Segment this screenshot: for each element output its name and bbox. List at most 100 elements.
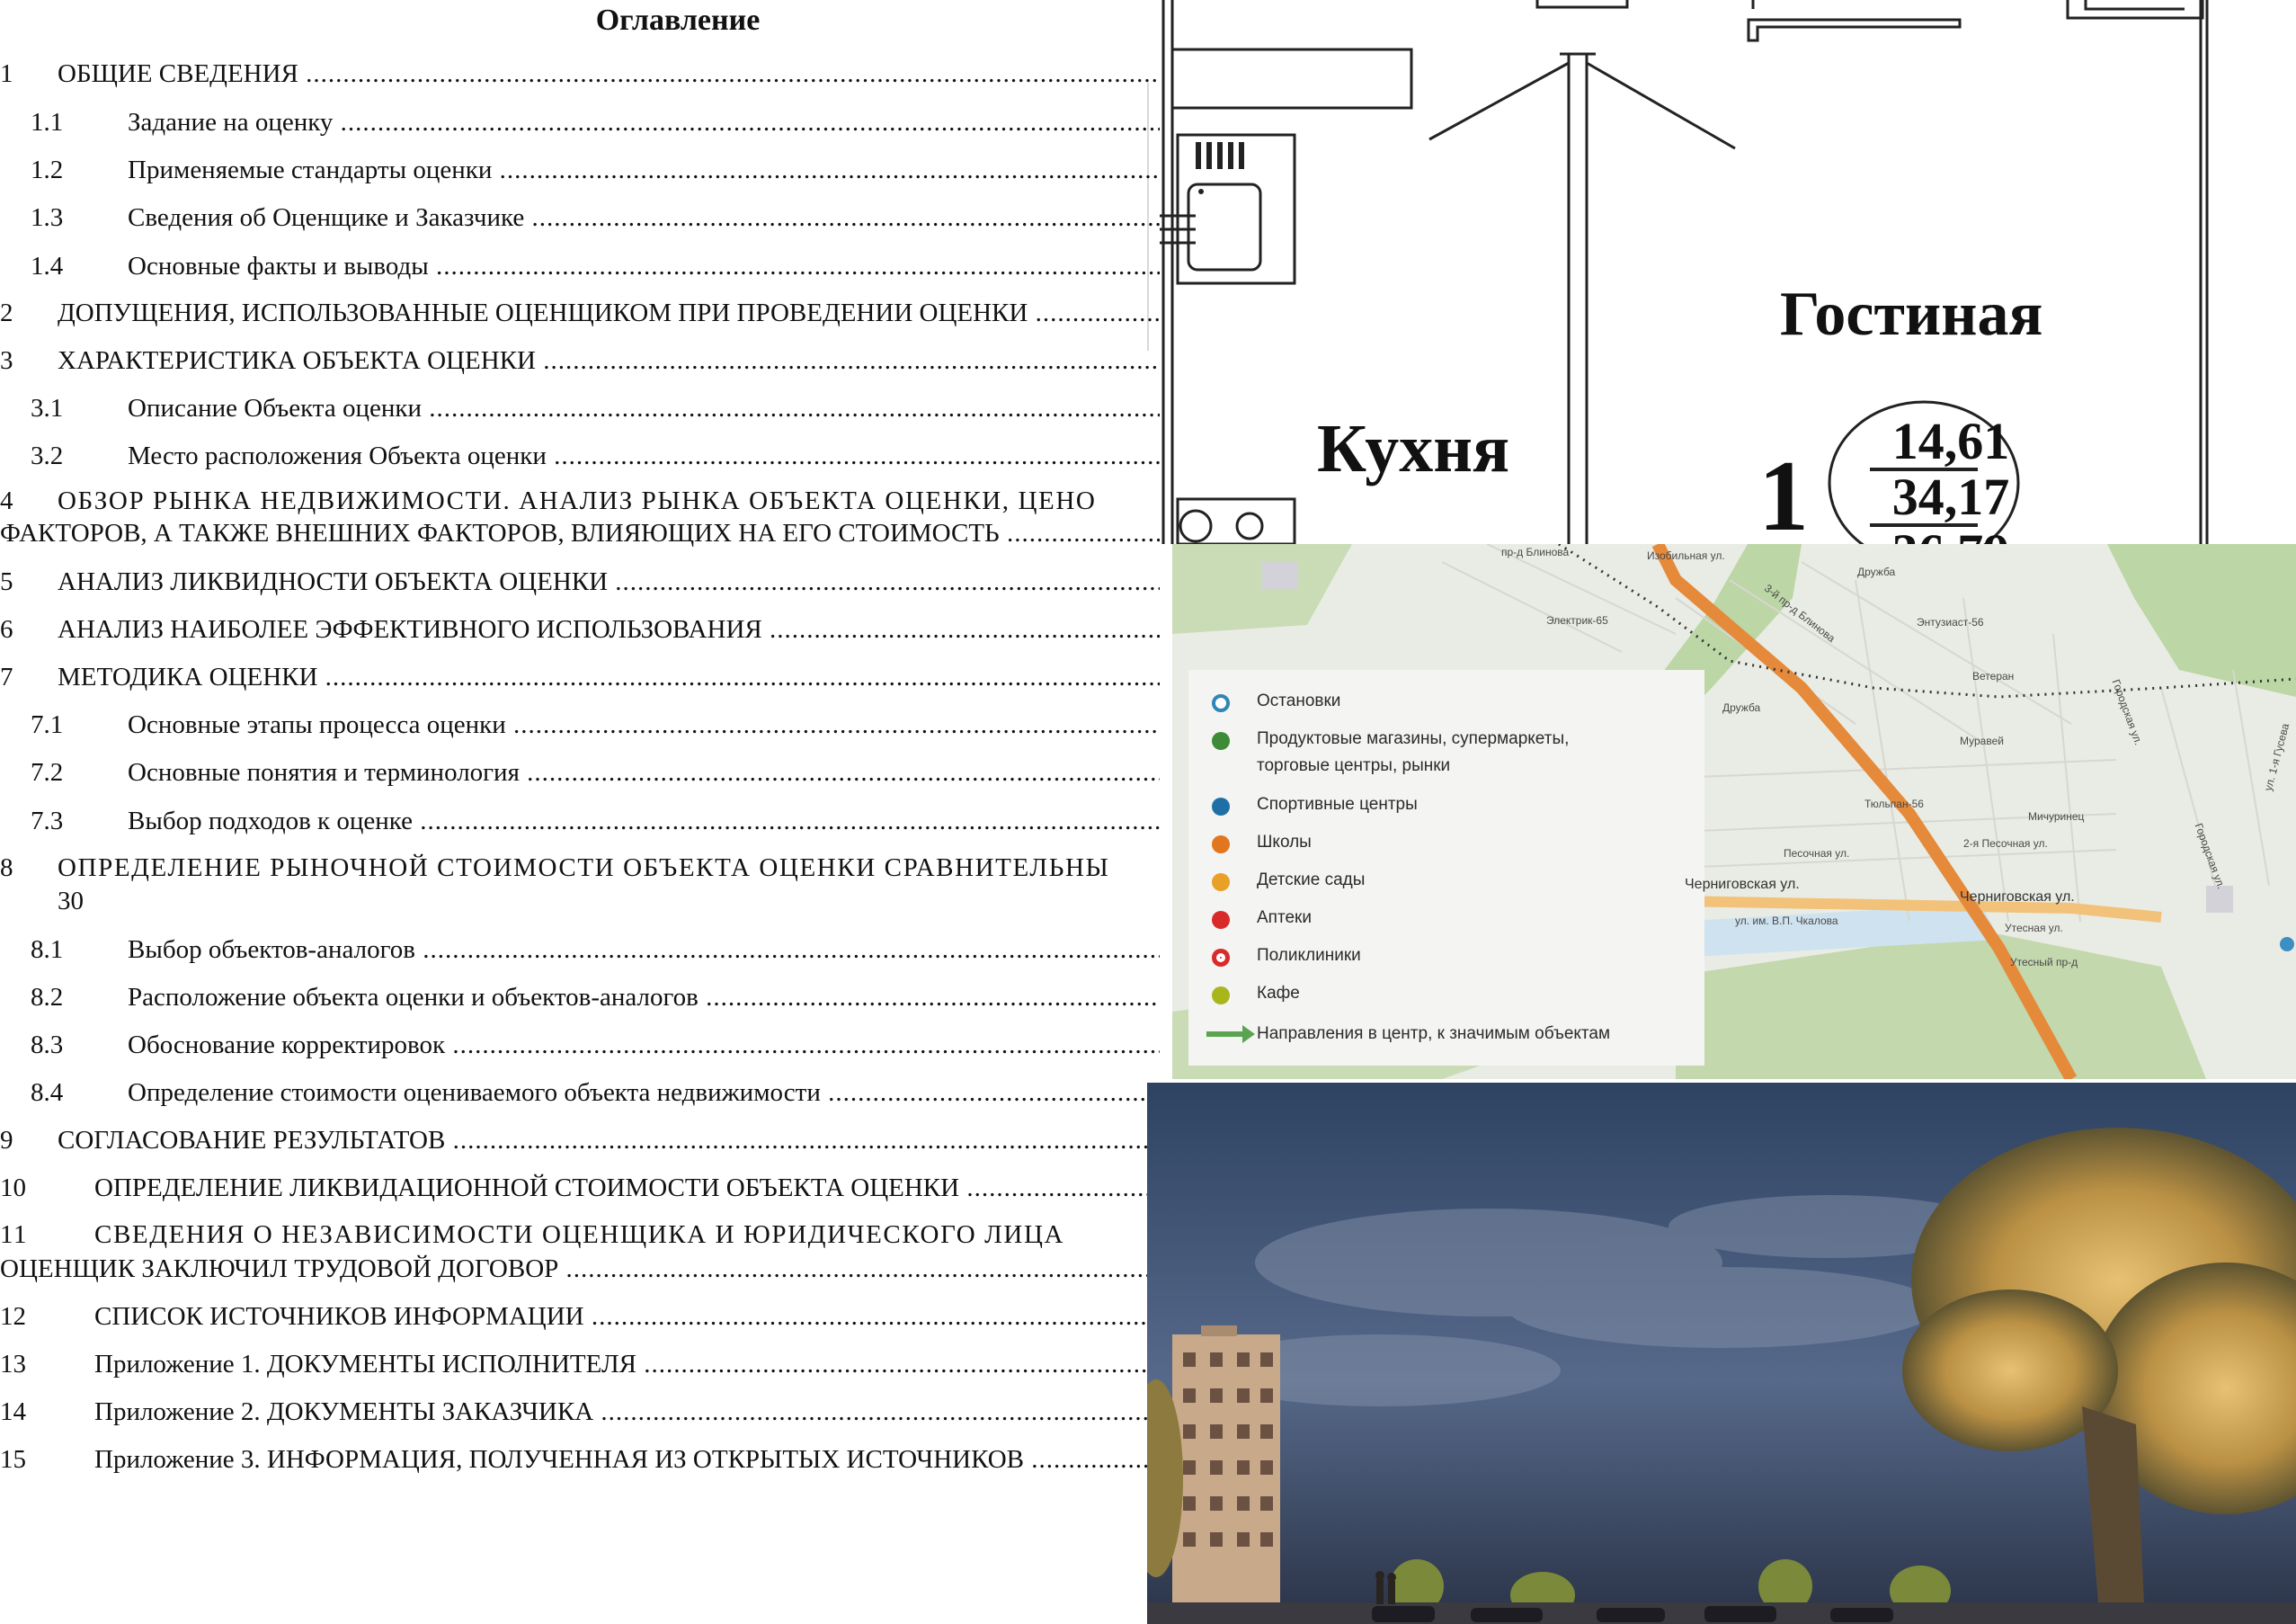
toc-entry-number: 5 [0,567,13,596]
clinic-icon [1212,949,1230,967]
toc-entry-text: Основные понятия и терминология [128,754,1160,790]
area-living: 14,61 [1891,412,2010,470]
toc-entry[interactable]: 1 ОБЩИЕ СВЕДЕНИЯ [0,56,1160,92]
toc-entry-text: СОГЛАСОВАНИЕ РЕЗУЛЬТАТОВ [58,1122,1160,1158]
direction-arrow-icon [1206,1025,1255,1043]
toc-entry-number: 3.1 [31,394,64,423]
toc-entry-text: ФАКТОРОВ, А ТАКЖЕ ВНЕШНИХ ФАКТОРОВ, ВЛИЯ… [0,515,1160,551]
toc-entry-text: ХАРАКТЕРИСТИКА ОБЪЕКТА ОЦЕНКИ [58,343,1160,379]
toc-entry[interactable]: 12 СПИСОК ИСТОЧНИКОВ ИНФОРМАЦИИ [0,1298,1160,1334]
toc-entry-text: Основные факты и выводы [128,248,1160,284]
toc-entry-text: Приложение 2. ДОКУМЕНТЫ ЗАКАЗЧИКА [94,1394,1160,1430]
toc-entry[interactable]: 3.1 Описание Объекта оценки [0,390,1160,426]
toc-entry[interactable]: 4 ОБЗОР РЫНКА НЕДВИЖИМОСТИ. АНАЛИЗ РЫНКА… [0,483,1160,519]
toc-entry-text: АНАЛИЗ ЛИКВИДНОСТИ ОБЪЕКТА ОЦЕНКИ [58,564,1160,600]
toc-entry-number: 9 [0,1126,13,1155]
toc-entry[interactable]: 2 ДОПУЩЕНИЯ, ИСПОЛЬЗОВАННЫЕ ОЦЕНЩИКОМ ПР… [0,295,1160,331]
toc-entry-text: СПИСОК ИСТОЧНИКОВ ИНФОРМАЦИИ [94,1298,1160,1334]
toc-entry-text: СВЕДЕНИЯ О НЕЗАВИСИМОСТИ ОЦЕНЩИКА И ЮРИД… [94,1220,1065,1249]
toc-entry[interactable]: 5 АНАЛИЗ ЛИКВИДНОСТИ ОБЪЕКТА ОЦЕНКИ [0,564,1160,600]
toc-entry-number: 1.4 [31,252,64,281]
toc-entry-text: Приложение 1. ДОКУМЕНТЫ ИСПОЛНИТЕЛЯ [94,1346,1160,1382]
toc-entry-text: ДОПУЩЕНИЯ, ИСПОЛЬЗОВАННЫЕ ОЦЕНЩИКОМ ПРИ … [58,295,1160,331]
toc-entry-number: 7.2 [31,758,64,787]
bus-stop-icon [1212,694,1230,712]
toc-entry[interactable]: 6 АНАЛИЗ НАИБОЛЕЕ ЭФФЕКТИВНОГО ИСПОЛЬЗОВ… [0,611,1160,647]
legend-label: Поликлиники [1257,946,1361,965]
toc-entry[interactable]: 1.1 Задание на оценку [0,104,1160,140]
toc-entry[interactable]: 8.1 Выбор объектов-аналогов [0,932,1160,968]
room-label-living: Гостиная [1780,280,2043,349]
toc-entry[interactable]: 9 СОГЛАСОВАНИЕ РЕЗУЛЬТАТОВ [0,1122,1160,1158]
toc-entry-text: ОБЗОР РЫНКА НЕДВИЖИМОСТИ. АНАЛИЗ РЫНКА О… [58,486,1097,515]
toc-entry[interactable]: 1.2 Применяемые стандарты оценки [0,152,1160,188]
toc-entry[interactable]: 3.2 Место расположения Объекта оценки [0,438,1160,474]
toc-entry[interactable]: 14 Приложение 2. ДОКУМЕНТЫ ЗАКАЗЧИКА [0,1394,1160,1430]
toc-entry[interactable]: 13 Приложение 1. ДОКУМЕНТЫ ИСПОЛНИТЕЛЯ [0,1346,1160,1382]
toc-entry-text: Сведения об Оценщике и Заказчике [128,200,1160,236]
sports-icon [1212,798,1230,816]
toc-entry-text: АНАЛИЗ НАИБОЛЕЕ ЭФФЕКТИВНОГО ИСПОЛЬЗОВАН… [58,611,1160,647]
street-label: Утесная ул. [2005,922,2063,934]
legend-label: Аптеки [1257,908,1312,927]
toc-entry-text: Основные этапы процесса оценки [128,707,1160,743]
toc-entry-number: 7 [0,663,13,692]
map-place-label: Дружба [1857,566,1896,578]
toc-entry-number: 13 [0,1350,26,1379]
toc-entry-number: 8.4 [31,1078,64,1107]
toc-entry[interactable]: 10 ОПРЕДЕЛЕНИЕ ЛИКВИДАЦИОННОЙ СТОИМОСТИ … [0,1170,1160,1206]
legend-label: Школы [1257,833,1312,852]
area-total: 34,17 [1891,468,2010,526]
floor-plan: Кухня Гостиная 1 14,61 34,17 36,79 [1160,0,2296,544]
toc-entry-number: 8 [0,853,15,882]
pharmacy-icon [1212,911,1230,929]
toc-entry[interactable]: 1.3 Сведения об Оценщике и Заказчике [0,200,1160,236]
kindergarten-icon [1212,873,1230,891]
toc-entry-number: 7.1 [31,710,64,739]
toc-entry-text: ОПРЕДЕЛЕНИЕ РЫНОЧНОЙ СТОИМОСТИ ОБЪЕКТА О… [58,853,1110,882]
toc-entry[interactable]: 15 Приложение 3. ИНФОРМАЦИЯ, ПОЛУЧЕННАЯ … [0,1441,1160,1477]
toc-entry[interactable]: 7 МЕТОДИКА ОЦЕНКИ [0,659,1160,695]
toc-entry-continuation[interactable]: ОЦЕНЩИК ЗАКЛЮЧИЛ ТРУДОВОЙ ДОГОВОР [0,1251,1160,1287]
toc-entry-number: 4 [0,486,15,515]
toc-entry-number: 2 [0,299,13,327]
map-place-label: Дружба [1722,701,1761,714]
toc-entry-text: Описание Объекта оценки [128,390,1160,426]
map-place-label: Электрик-65 [1546,614,1608,627]
building-render-photo [1147,1083,2296,1624]
street-label: Песочная ул. [1784,847,1850,860]
toc-entry[interactable]: 7.2 Основные понятия и терминология [0,754,1160,790]
toc-entry-continuation[interactable]: ФАКТОРОВ, А ТАКЖЕ ВНЕШНИХ ФАКТОРОВ, ВЛИЯ… [0,515,1160,551]
toc-entry-number: 8.3 [31,1031,64,1059]
street-label: 2-я Песочная ул. [1963,837,2048,850]
legend-label: Остановки [1257,692,1341,710]
toc-entry-text: МЕТОДИКА ОЦЕНКИ [58,659,1160,695]
toc-entry-text: ОБЩИЕ СВЕДЕНИЯ [58,56,1160,92]
toc-entry-number: 1.2 [31,156,64,184]
toc-entry[interactable]: 3 ХАРАКТЕРИСТИКА ОБЪЕКТА ОЦЕНКИ [0,343,1160,379]
area-with-balcony: 36,79 [1870,527,2032,545]
toc-entry[interactable]: 7.3 Выбор подходов к оценке [0,803,1160,839]
toc-entry-number: 1.1 [31,108,64,137]
toc-entry[interactable]: 8.3 Обоснование корректировок [0,1027,1160,1063]
toc-entry-text: ОПРЕДЕЛЕНИЕ ЛИКВИДАЦИОННОЙ СТОИМОСТИ ОБЪ… [94,1170,1160,1206]
cafe-icon [1212,986,1230,1004]
toc-entry-text: Задание на оценку [128,104,1160,140]
toc-entry[interactable]: 8.2 Расположение объекта оценки и объект… [0,979,1160,1015]
legend-label: Кафе [1257,984,1300,1003]
toc-entry[interactable]: 7.1 Основные этапы процесса оценки [0,707,1160,743]
toc-entry-number: 1 [0,59,13,88]
toc-entry-text: ОЦЕНЩИК ЗАКЛЮЧИЛ ТРУДОВОЙ ДОГОВОР [0,1251,1160,1287]
toc-entry[interactable]: 8 ОПРЕДЕЛЕНИЕ РЫНОЧНОЙ СТОИМОСТИ ОБЪЕКТА… [0,850,1160,886]
toc-entry-continuation[interactable]: 30 [0,883,1160,919]
toc-entry-number: 11 [0,1220,29,1249]
toc-entry[interactable]: 8.4 Определение стоимости оцениваемого о… [0,1075,1160,1111]
toc-entry[interactable]: 1.4 Основные факты и выводы [0,248,1160,284]
location-map: Остановки Продуктовые магазины, супермар… [1172,544,2296,1079]
room-count: 1 [1758,441,1809,544]
toc-entry[interactable]: 11 СВЕДЕНИЯ О НЕЗАВИСИМОСТИ ОЦЕНЩИКА И Ю… [0,1217,1160,1253]
toc-entry-text: Место расположения Объекта оценки [128,438,1160,474]
toc-entry-number: 14 [0,1397,26,1426]
toc-entry-number: 10 [0,1173,26,1202]
toc-entry-page: 30 [58,887,84,915]
